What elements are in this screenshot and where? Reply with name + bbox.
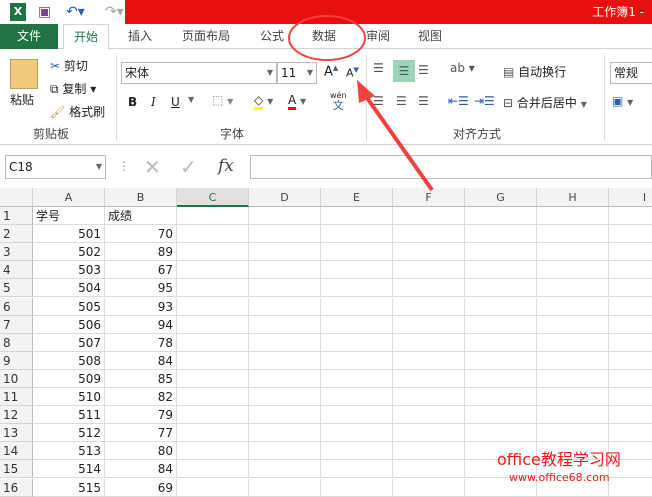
annotation-arrow <box>363 93 434 192</box>
watermark-title: office教程学习网 <box>497 450 621 469</box>
annotation-layer <box>288 15 434 192</box>
arrow-head-icon <box>357 80 375 103</box>
watermark-url: www.office68.com <box>509 471 610 484</box>
highlight-circle <box>288 15 366 61</box>
